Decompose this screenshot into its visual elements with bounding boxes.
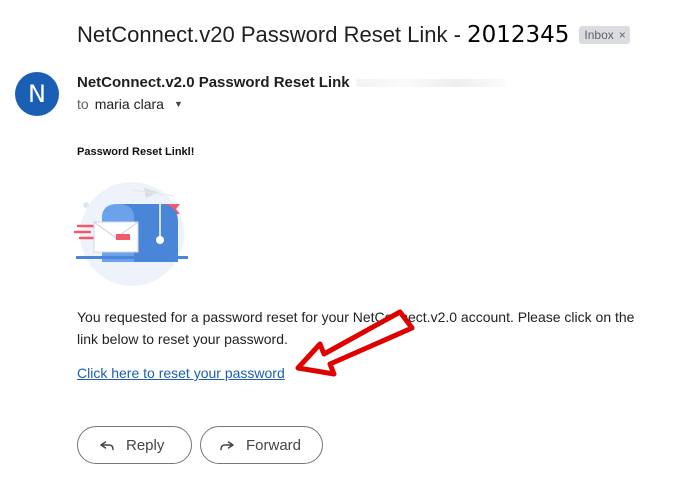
forward-icon	[220, 441, 234, 451]
sender-name: NetConnect.v2.0 Password Reset Link	[77, 74, 350, 91]
remove-label-icon[interactable]: ×	[619, 28, 626, 42]
to-label: to	[77, 96, 89, 112]
sender-line: NetConnect.v2.0 Password Reset Link	[77, 74, 506, 91]
sender-avatar[interactable]: N	[15, 72, 59, 116]
annotation-arrow-icon	[295, 309, 415, 377]
email-subject: NetConnect.v20 Password Reset Link -	[77, 22, 461, 47]
forward-button[interactable]: Forward	[200, 426, 323, 464]
inbox-label-badge[interactable]: Inbox ×	[579, 26, 630, 44]
sender-email-blurred	[355, 79, 506, 88]
mailbox-illustration	[74, 182, 188, 286]
recipient-details-caret-icon[interactable]: ▼	[174, 99, 183, 109]
recipient-name: maria clara	[94, 96, 164, 112]
inbox-label-text: Inbox	[584, 28, 614, 42]
reply-label: Reply	[126, 436, 165, 454]
reply-button[interactable]: Reply	[77, 426, 192, 464]
reset-password-link[interactable]: Click here to reset your password	[77, 365, 285, 381]
reply-icon	[100, 441, 114, 451]
forward-label: Forward	[246, 436, 302, 454]
recipient-row: to maria clara ▼	[77, 96, 183, 112]
subject-row: NetConnect.v20 Password Reset Link - 201…	[77, 19, 630, 51]
body-heading: Password Reset Linkl!	[77, 146, 195, 158]
email-subject-id: 2012345	[466, 22, 570, 48]
avatar-initial: N	[28, 80, 46, 108]
